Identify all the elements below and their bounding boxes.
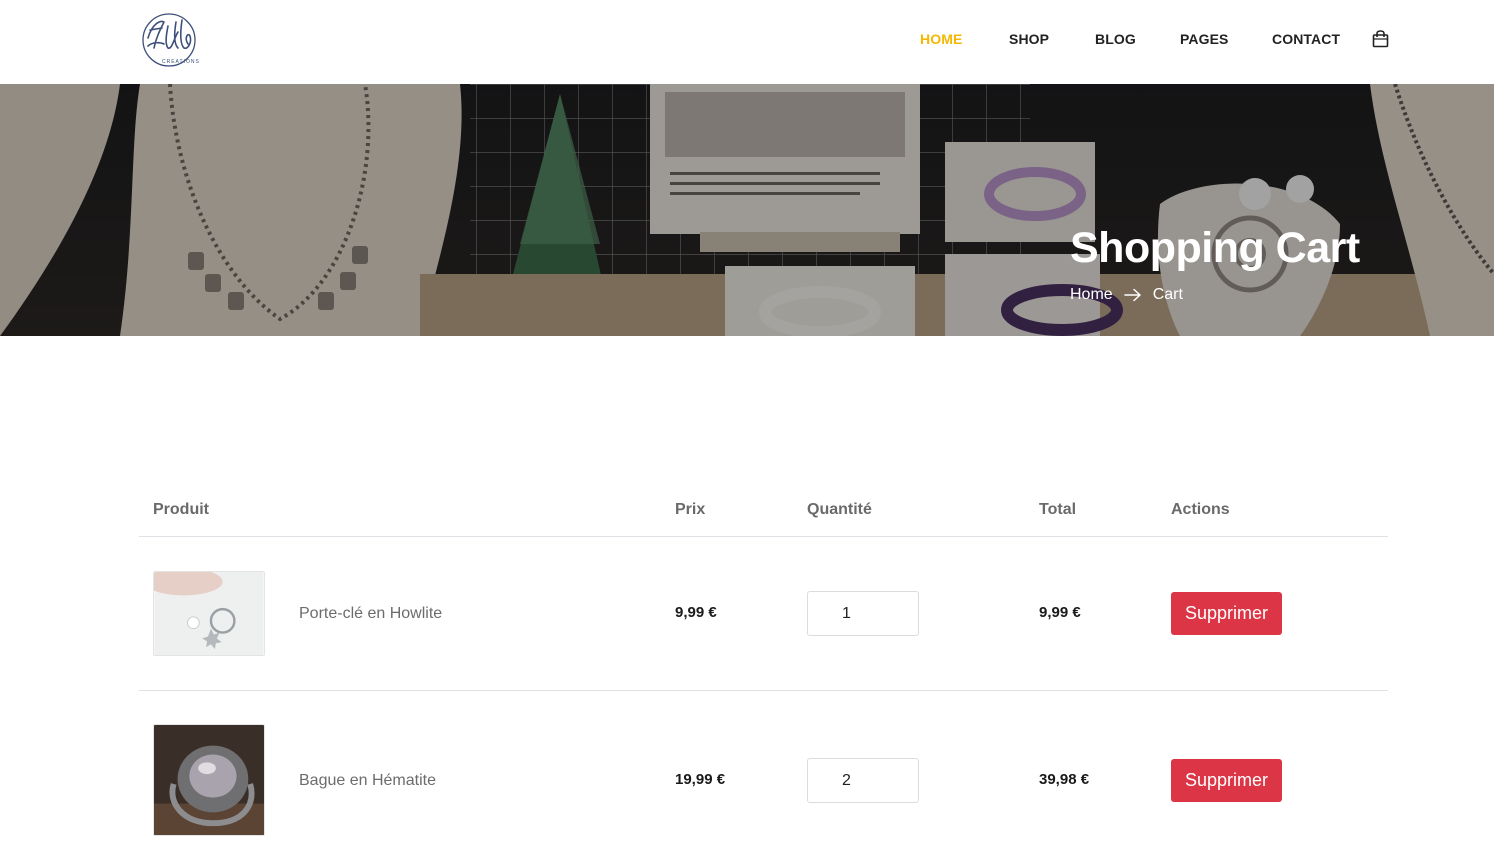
breadcrumb-home[interactable]: Home	[1070, 285, 1113, 305]
nav-home[interactable]: HOME	[920, 31, 962, 47]
shopping-bag-icon[interactable]	[1372, 30, 1389, 48]
hero-background-image	[0, 84, 1494, 336]
header-actions: Actions	[1171, 501, 1230, 518]
product-price: 9,99 €	[675, 604, 717, 621]
delete-button[interactable]: Supprimer	[1171, 592, 1282, 635]
breadcrumb: Home Cart	[1070, 285, 1183, 305]
breadcrumb-current: Cart	[1152, 286, 1183, 303]
row-total: 9,99 €	[1039, 604, 1081, 621]
header-total: Total	[1039, 501, 1077, 518]
nav-blog[interactable]: BLOG	[1095, 31, 1136, 47]
delete-button[interactable]: Supprimer	[1171, 759, 1282, 802]
nav-shop[interactable]: SHOP	[1009, 31, 1049, 47]
product-name[interactable]: Porte-clé en Howlite	[299, 605, 442, 623]
header-quantity: Quantité	[807, 501, 872, 518]
header-product: Produit	[153, 501, 209, 518]
nav-contact[interactable]: CONTACT	[1272, 31, 1340, 47]
page-hero: Shopping Cart Home Cart	[0, 84, 1494, 336]
product-price: 19,99 €	[675, 771, 726, 788]
page-title: Shopping Cart	[1070, 224, 1360, 272]
arrow-right-icon	[1123, 288, 1141, 302]
quantity-input[interactable]	[807, 591, 919, 636]
table-divider	[139, 690, 1388, 691]
quantity-input[interactable]	[807, 758, 919, 803]
header-price: Prix	[675, 501, 706, 518]
main-nav: HOME SHOP BLOG PAGES CONTACT	[0, 0, 1494, 84]
product-thumbnail[interactable]	[153, 571, 265, 656]
nav-pages[interactable]: PAGES	[1180, 31, 1228, 47]
product-name[interactable]: Bague en Hématite	[299, 772, 436, 790]
product-thumbnail[interactable]	[153, 724, 265, 836]
row-total: 39,98 €	[1039, 771, 1090, 788]
site-header: CREATIONS HOME SHOP BLOG PAGES CONTACT	[0, 0, 1494, 84]
table-divider	[139, 536, 1388, 537]
